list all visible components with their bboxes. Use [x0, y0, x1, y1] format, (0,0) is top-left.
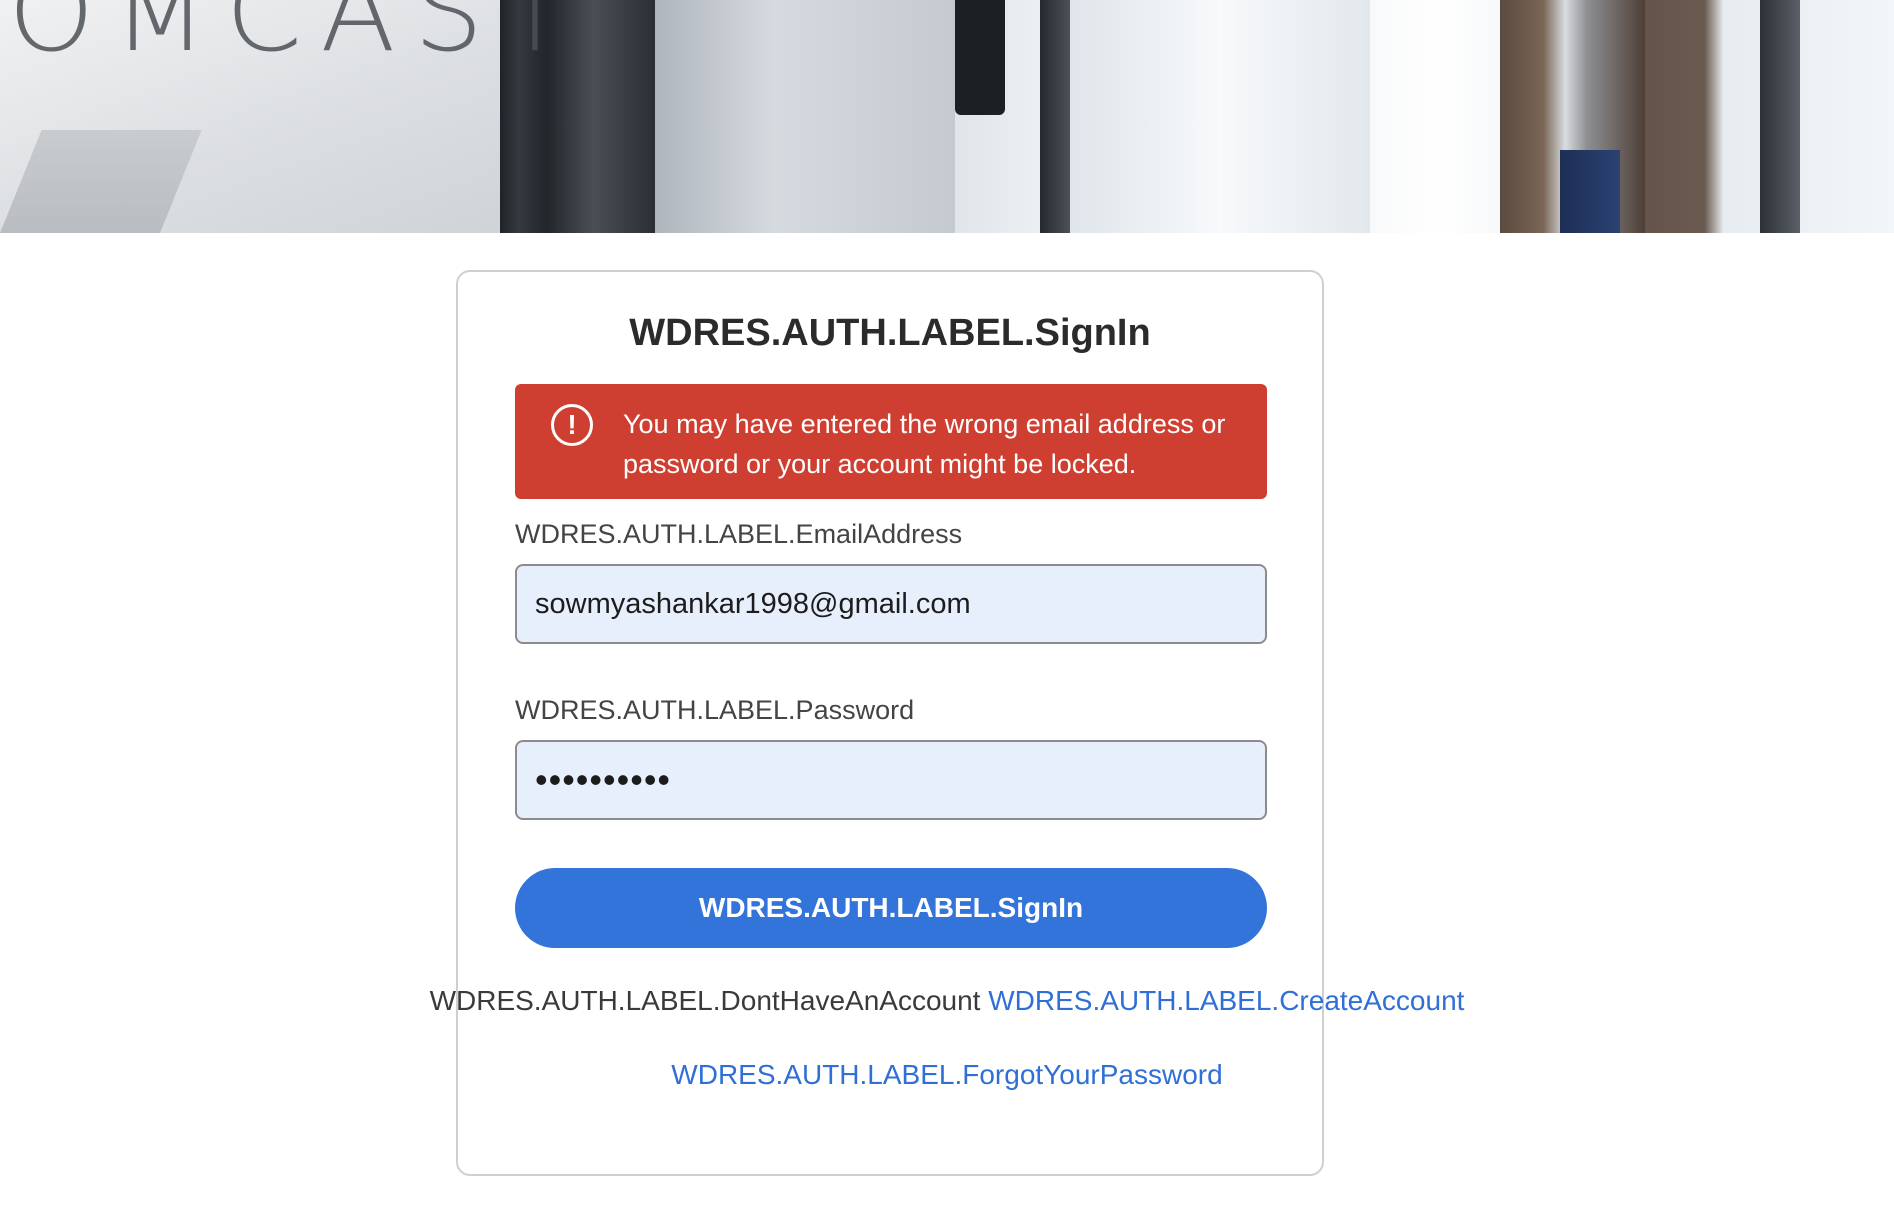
- page-title: WDRES.AUTH.LABEL.SignIn: [629, 312, 1151, 354]
- hero-glass-panel: [655, 0, 955, 233]
- email-label: WDRES.AUTH.LABEL.EmailAddress: [515, 519, 963, 549]
- brand-logo: OMCAST: [8, 0, 587, 76]
- alert-circle-icon: !: [551, 404, 593, 446]
- no-account-text: WDRES.AUTH.LABEL.DontHaveAnAccount: [429, 985, 981, 1016]
- email-field[interactable]: [515, 564, 1267, 644]
- hero-column: [1040, 0, 1070, 233]
- forgot-password-link[interactable]: WDRES.AUTH.LABEL.ForgotYourPassword: [671, 1059, 1222, 1090]
- signin-page: OMCAST WDRES.AUTH.LABEL.SignIn ! You may…: [0, 0, 1894, 1210]
- hero-door-handle: [955, 0, 1005, 115]
- hero-banner-image: OMCAST: [0, 0, 1894, 233]
- signin-button[interactable]: WDRES.AUTH.LABEL.SignIn: [515, 868, 1267, 948]
- error-alert: ! You may have entered the wrong email a…: [515, 384, 1267, 499]
- hero-door: [1760, 0, 1800, 233]
- password-field[interactable]: [515, 740, 1267, 820]
- create-account-link[interactable]: WDRES.AUTH.LABEL.CreateAccount: [988, 985, 1464, 1016]
- password-label: WDRES.AUTH.LABEL.Password: [515, 695, 915, 725]
- hero-person-legs: [1560, 150, 1620, 233]
- create-account-line: WDRES.AUTH.LABEL.DontHaveAnAccount WDRES…: [0, 985, 1894, 1017]
- forgot-password-line: WDRES.AUTH.LABEL.ForgotYourPassword: [0, 1059, 1894, 1091]
- hero-glass-panel: [1070, 0, 1370, 233]
- error-message: You may have entered the wrong email add…: [623, 409, 1226, 479]
